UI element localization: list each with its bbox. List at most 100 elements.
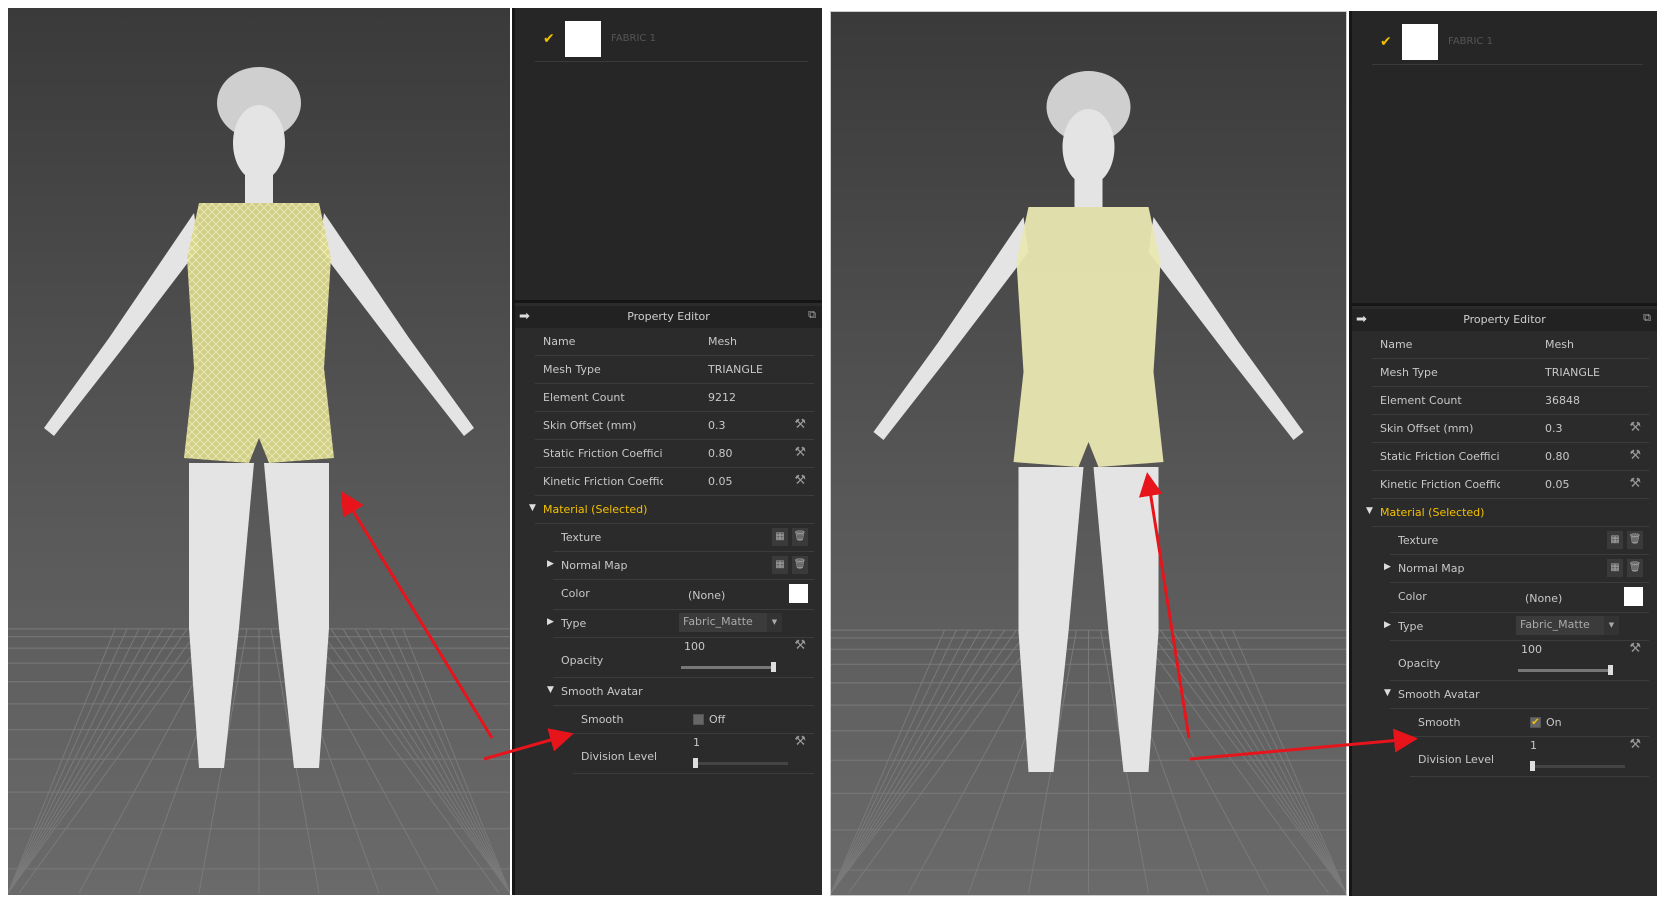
property-row-normal-map[interactable]: ▶ Normal Map ▦ 🗑	[1384, 555, 1649, 583]
viewport-3d-right[interactable]	[830, 11, 1347, 896]
property-value[interactable]: 0.80	[708, 447, 733, 460]
fabric-list-item[interactable]: ✔ FABRIC 1	[535, 16, 808, 62]
property-value[interactable]: 0.05	[1545, 478, 1570, 491]
fabric-name: FABRIC 1	[1448, 36, 1493, 47]
property-row-smooth: Smooth ✔ On	[1410, 709, 1649, 737]
expanded-icon[interactable]: ▼	[547, 685, 554, 695]
trash-icon[interactable]: 🗑	[1627, 559, 1643, 577]
checkmark-icon[interactable]: ✔	[1372, 34, 1402, 50]
fabric-swatch	[1402, 23, 1438, 60]
trash-icon[interactable]: 🗑	[792, 528, 808, 546]
grid-icon[interactable]: ▦	[772, 556, 788, 574]
collapsed-icon[interactable]: ▶	[547, 617, 554, 627]
smooth-state: Off	[709, 713, 726, 726]
wrench-icon[interactable]: ⚒	[794, 638, 806, 653]
collapsed-icon[interactable]: ▶	[1384, 562, 1391, 572]
material-section[interactable]: ▼ Material (Selected)	[1366, 499, 1649, 527]
type-dropdown[interactable]: Fabric_Matte ▼	[679, 613, 782, 632]
material-section[interactable]: ▼ Material (Selected)	[529, 496, 814, 524]
slider-thumb[interactable]	[1608, 665, 1613, 675]
garment-mesh	[184, 203, 334, 463]
property-label: Element Count	[543, 391, 625, 404]
smooth-checkbox[interactable]: ✔	[1530, 717, 1541, 728]
property-label: Opacity	[1398, 657, 1441, 670]
property-value: 9212	[708, 391, 736, 404]
expanded-icon[interactable]: ▼	[529, 503, 536, 513]
opacity-slider[interactable]	[1518, 665, 1613, 675]
grid-icon[interactable]: ▦	[1607, 531, 1623, 549]
opacity-slider[interactable]	[681, 662, 776, 672]
division-value[interactable]: 1	[1530, 739, 1537, 752]
property-label: Normal Map	[1398, 562, 1465, 575]
property-label: Color	[1398, 590, 1427, 603]
property-row-opacity: Opacity 100 ⚒	[1390, 641, 1649, 681]
division-slider[interactable]	[1530, 761, 1625, 771]
property-value[interactable]: 0.3	[708, 419, 726, 432]
color-value: (None)	[1525, 592, 1563, 605]
property-row-smooth: Smooth Off	[573, 706, 814, 734]
slider-thumb[interactable]	[1530, 761, 1535, 771]
property-value[interactable]: 0.3	[1545, 422, 1563, 435]
property-value[interactable]: 0.80	[1545, 450, 1570, 463]
wrench-icon[interactable]: ⚒	[794, 473, 806, 488]
smooth-checkbox[interactable]	[693, 714, 704, 725]
color-swatch[interactable]	[789, 584, 808, 603]
expanded-icon[interactable]: ▼	[1384, 688, 1391, 698]
opacity-value[interactable]: 100	[1521, 643, 1542, 656]
property-label: Kinetic Friction Coefficient	[543, 475, 663, 488]
property-label: Mesh Type	[1380, 366, 1438, 379]
property-label: Name	[543, 335, 576, 348]
arrow-right-icon[interactable]: ➡	[519, 306, 530, 328]
smooth-avatar-section[interactable]: ▼ Smooth Avatar	[547, 678, 814, 706]
wrench-icon[interactable]: ⚒	[794, 445, 806, 460]
division-slider[interactable]	[693, 758, 788, 768]
opacity-value[interactable]: 100	[684, 640, 705, 653]
wrench-icon[interactable]: ⚒	[1629, 641, 1641, 656]
property-row-opacity: Opacity 100 ⚒	[553, 638, 814, 678]
property-row-division-level: Division Level 1 ⚒	[1410, 737, 1649, 777]
checkmark-icon[interactable]: ✔	[535, 31, 565, 47]
fabric-list: ✔ FABRIC 1	[1352, 11, 1657, 306]
wrench-icon[interactable]: ⚒	[794, 417, 806, 432]
property-row-mesh-type: Mesh Type TRIANGLE	[535, 356, 814, 384]
slider-thumb[interactable]	[693, 758, 698, 768]
property-row-division-level: Division Level 1 ⚒	[573, 734, 814, 774]
type-dropdown[interactable]: Fabric_Matte ▼	[1516, 616, 1619, 635]
smooth-avatar-header: Smooth Avatar	[561, 685, 643, 698]
slider-thumb[interactable]	[771, 662, 776, 672]
wrench-icon[interactable]: ⚒	[1629, 448, 1641, 463]
chevron-down-icon: ▼	[1604, 616, 1619, 635]
property-label: Type	[1398, 620, 1424, 633]
wrench-icon[interactable]: ⚒	[794, 734, 806, 749]
expanded-icon[interactable]: ▼	[1366, 506, 1373, 516]
collapsed-icon[interactable]: ▶	[1384, 620, 1391, 630]
popout-icon[interactable]: ⧉	[808, 304, 816, 326]
property-editor-title: Property Editor	[1463, 313, 1546, 326]
grid-icon[interactable]: ▦	[1607, 559, 1623, 577]
collapsed-icon[interactable]: ▶	[547, 559, 554, 569]
property-row-type[interactable]: ▶ Type Fabric_Matte ▼	[547, 610, 814, 638]
type-dropdown-value: Fabric_Matte	[683, 615, 753, 628]
property-value[interactable]: 0.05	[708, 475, 733, 488]
wrench-icon[interactable]: ⚒	[1629, 737, 1641, 752]
property-row-normal-map[interactable]: ▶ Normal Map ▦ 🗑	[547, 552, 814, 580]
property-label: Name	[1380, 338, 1413, 351]
grid-icon[interactable]: ▦	[772, 528, 788, 546]
wrench-icon[interactable]: ⚒	[1629, 476, 1641, 491]
smooth-avatar-section[interactable]: ▼ Smooth Avatar	[1384, 681, 1649, 709]
trash-icon[interactable]: 🗑	[1627, 531, 1643, 549]
arrow-right-icon[interactable]: ➡	[1356, 309, 1367, 331]
property-row-texture: Texture ▦ 🗑	[1390, 527, 1649, 555]
color-swatch[interactable]	[1624, 587, 1643, 606]
wrench-icon[interactable]: ⚒	[1629, 420, 1641, 435]
popout-icon[interactable]: ⧉	[1643, 307, 1651, 329]
property-label: Element Count	[1380, 394, 1462, 407]
division-value[interactable]: 1	[693, 736, 700, 749]
trash-icon[interactable]: 🗑	[792, 556, 808, 574]
property-row-skin-offset: Skin Offset (mm) 0.3 ⚒	[535, 412, 814, 440]
fabric-list-item[interactable]: ✔ FABRIC 1	[1372, 19, 1643, 65]
property-label: Static Friction Coefficient	[1380, 450, 1500, 463]
property-label: Kinetic Friction Coefficient	[1380, 478, 1500, 491]
viewport-3d-left[interactable]	[8, 8, 510, 895]
property-row-type[interactable]: ▶ Type Fabric_Matte ▼	[1384, 613, 1649, 641]
